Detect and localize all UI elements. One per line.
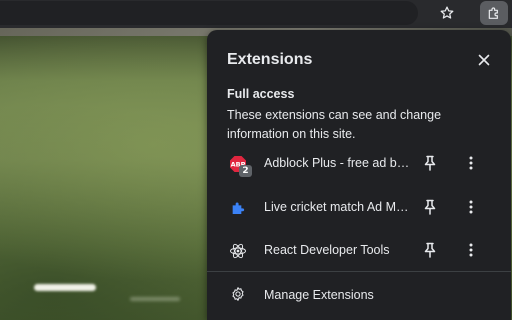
- extension-row-react-developer-tools[interactable]: React Developer Tools: [207, 231, 511, 271]
- address-bar[interactable]: [0, 1, 418, 25]
- extensions-popup: Extensions Full access These extensions …: [207, 30, 511, 320]
- full-access-heading: Full access: [227, 87, 295, 101]
- extension-badge-count: 2: [239, 165, 252, 177]
- extension-row-adblock-plus[interactable]: ABP 2 Adblock Plus - free ad blocker: [207, 144, 511, 184]
- extensions-puzzle-icon[interactable]: [480, 1, 508, 25]
- blue-puzzle-icon: [229, 199, 247, 217]
- manage-extensions-button[interactable]: Manage Extensions: [207, 274, 511, 314]
- extension-row-live-cricket-ad-mute[interactable]: Live cricket match Ad Mute: [207, 188, 511, 228]
- field-marking-faint: [130, 297, 180, 301]
- manage-extensions-label: Manage Extensions: [264, 288, 374, 302]
- react-atom-icon: [229, 242, 247, 260]
- pin-icon[interactable]: [420, 197, 440, 217]
- extension-name: React Developer Tools: [264, 243, 390, 257]
- full-access-description: These extensions can see and change info…: [227, 108, 442, 141]
- more-options-icon[interactable]: [461, 153, 481, 173]
- popup-title: Extensions: [227, 51, 313, 68]
- field-marking: [34, 284, 96, 291]
- pin-icon[interactable]: [420, 153, 440, 173]
- more-options-icon[interactable]: [461, 240, 481, 260]
- divider: [207, 271, 511, 272]
- bookmark-star-icon[interactable]: [436, 2, 458, 24]
- adblock-plus-icon: ABP 2: [229, 155, 252, 177]
- gear-icon: [229, 285, 247, 303]
- browser-toolbar: [0, 0, 512, 28]
- pin-icon[interactable]: [420, 240, 440, 260]
- close-icon[interactable]: [473, 49, 495, 71]
- extension-name: Live cricket match Ad Mute: [264, 200, 410, 214]
- more-options-icon[interactable]: [461, 197, 481, 217]
- extension-name: Adblock Plus - free ad blocker: [264, 156, 410, 170]
